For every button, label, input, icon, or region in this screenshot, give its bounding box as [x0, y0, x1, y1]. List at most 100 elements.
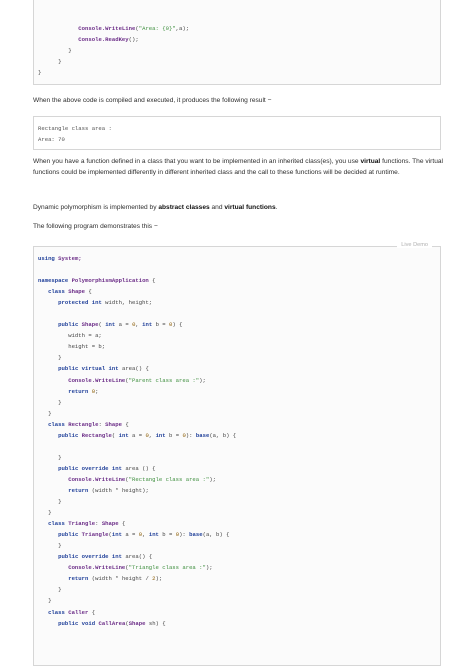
code-token: protected	[58, 299, 89, 307]
code-token: int	[142, 321, 153, 329]
code-token: class	[48, 520, 65, 528]
result-output-block: Rectangle class area : Area: 70	[33, 116, 441, 150]
code-token: int	[105, 321, 116, 329]
code-token: );	[205, 564, 213, 572]
code-token: area() {	[121, 553, 153, 561]
code-token: (width * height);	[88, 486, 149, 494]
code-token: Shape	[128, 619, 146, 627]
code-line: Console.ReadKey();	[38, 34, 440, 45]
code-token: public	[58, 619, 79, 627]
code-token: int	[108, 365, 119, 373]
code-line: height = b;	[38, 341, 440, 352]
para2-bold-virtual-functions: virtual functions	[224, 204, 276, 211]
code-token: }	[38, 409, 52, 417]
code-line: Console.WriteLine("Rectangle class area …	[38, 474, 440, 485]
code-token: CallArea	[98, 619, 126, 627]
code-line: using System;	[38, 253, 440, 264]
code-token: }	[38, 586, 62, 594]
intro-paragraph: When the above code is compiled and exec…	[33, 97, 272, 104]
code-token: base	[195, 431, 210, 439]
code-line: class Triangle: Shape {	[38, 518, 440, 529]
para2-text-after: .	[275, 204, 278, 211]
code-token: }	[38, 597, 52, 605]
code-token: a =	[121, 531, 139, 539]
code-line: }	[38, 56, 440, 67]
code-line: }	[38, 408, 440, 419]
code-token: int	[111, 553, 122, 561]
code-line: return (width * height);	[38, 485, 440, 496]
code-token: );	[199, 376, 206, 384]
code-token: Triangle	[68, 520, 96, 528]
code-line: }	[38, 595, 440, 606]
code-token: Console.WriteLine	[78, 25, 136, 32]
live-demo-link[interactable]: Live Demo	[397, 242, 432, 248]
code-token: Console.WriteLine	[68, 376, 126, 384]
code-token: }	[38, 542, 62, 550]
code-token: }	[38, 58, 62, 66]
code-token: class	[48, 288, 65, 296]
code-line: class Rectangle: Shape {	[38, 419, 440, 430]
code-token: virtual	[81, 365, 106, 373]
code-token: (a, b) {	[202, 531, 230, 539]
code-token: width = a;	[38, 332, 102, 340]
code-token: "Parent class area :"	[128, 376, 200, 384]
code-line: }	[38, 67, 440, 78]
code-token: ):	[185, 431, 196, 439]
code-token: ();	[128, 36, 139, 44]
code-token: base	[189, 531, 203, 539]
code-token: Shape	[105, 420, 122, 428]
code-token: int	[111, 531, 122, 539]
code-token: );	[155, 575, 163, 583]
code-line: Console.WriteLine("Triangle class area :…	[38, 562, 440, 573]
code-token: (width * height /	[88, 575, 153, 583]
code-token: public	[58, 321, 79, 329]
code-line: return 0;	[38, 386, 440, 397]
code-token: Rectangle	[81, 431, 112, 439]
code-token: "Rectangle class area :"	[128, 475, 210, 483]
code-token: {	[118, 520, 126, 528]
code-token: }	[38, 47, 72, 55]
code-line: protected int width, height;	[38, 297, 440, 308]
code-token: return	[68, 486, 89, 494]
code-token: }	[38, 69, 42, 77]
top-code: Console.WriteLine("Area: {0}",a); Consol…	[34, 0, 440, 78]
code-token: {	[121, 420, 129, 428]
code-token: Caller	[68, 608, 89, 616]
code-token: System;	[58, 255, 82, 262]
virtual-functions-paragraph: When you have a function defined in a cl…	[33, 157, 443, 179]
code-token: return	[68, 387, 89, 395]
code-line: Console.WriteLine("Area: {0}",a);	[38, 23, 440, 34]
code-token: b =	[158, 531, 176, 539]
code-token: int	[155, 431, 166, 439]
code-token: {	[88, 608, 96, 616]
code-token: {	[148, 277, 156, 285]
code-line: public override int area() {	[38, 551, 440, 562]
code-token: sh) {	[145, 619, 166, 627]
code-line: public Rectangle( int a = 0, int b = 0):…	[38, 430, 440, 441]
code-line: }	[38, 507, 440, 518]
code-token: Console.WriteLine	[68, 564, 126, 572]
code-token: namespace	[38, 277, 69, 285]
code-token: int	[111, 464, 122, 472]
code-token: area () {	[121, 464, 156, 472]
para2-bold-abstract-classes: abstract classes	[158, 204, 210, 211]
code-token: b =	[165, 431, 183, 439]
code-line: public void CallArea(Shape sh) {	[38, 618, 440, 629]
code-token: void	[81, 619, 96, 627]
code-token: Shape	[101, 520, 119, 528]
